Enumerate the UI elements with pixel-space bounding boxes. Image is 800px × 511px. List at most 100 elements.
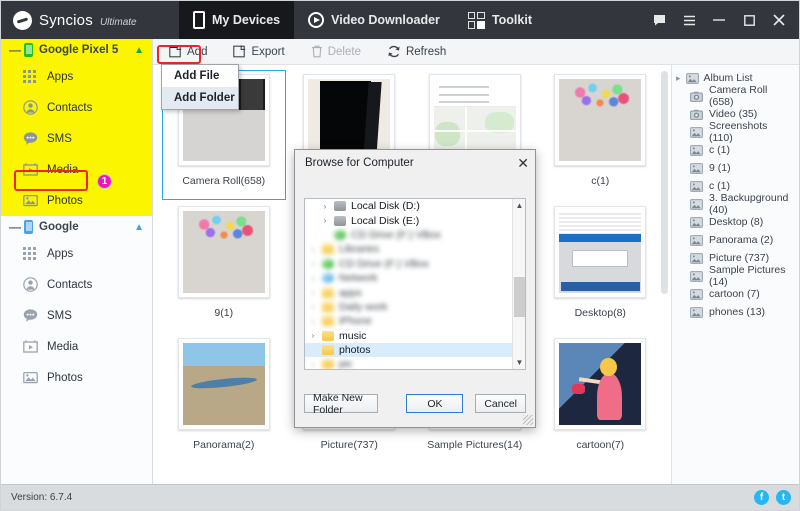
chevron-right-icon[interactable]: › [309, 259, 317, 268]
chevron-right-icon[interactable]: › [309, 302, 317, 311]
phone-icon [193, 11, 205, 29]
tab-toolkit[interactable]: Toolkit [454, 1, 546, 39]
tree-row-local-disk-e[interactable]: › Local Disk (E:) [305, 213, 525, 227]
collapse-icon[interactable]: — [9, 44, 21, 56]
sidebar-item-sms-2[interactable]: SMS [1, 300, 152, 331]
folder-icon [322, 301, 334, 312]
sidebar-item-contacts[interactable]: Contacts [1, 92, 152, 123]
device-header-pixel5[interactable]: — Google Pixel 5 ▲ [1, 39, 152, 61]
tree-scrollbar[interactable]: ▲ ▼ [512, 199, 525, 369]
eject-icon[interactable]: ▲ [134, 222, 144, 233]
album-list-item-label: Desktop (8) [709, 216, 764, 228]
folder-icon [322, 330, 334, 341]
picture-icon [690, 180, 703, 192]
tree-row-3[interactable]: CD Drive (F:) VBox [305, 228, 525, 242]
device-header-google[interactable]: — Google ▲ [1, 216, 152, 238]
chevron-right-icon[interactable]: › [321, 216, 329, 225]
album-cell-desktop[interactable]: Desktop(8) [538, 201, 664, 333]
tree-row-local-disk-d[interactable]: › Local Disk (D:) [305, 199, 525, 213]
photos-icon [685, 72, 699, 84]
export-button[interactable]: Export [229, 43, 288, 60]
feedback-icon[interactable] [645, 6, 673, 34]
chevron-right-icon[interactable]: › [309, 331, 317, 340]
sidebar-item-sms[interactable]: SMS [1, 123, 152, 154]
make-new-folder-button[interactable]: Make New Folder [304, 392, 379, 416]
sidebar-item-photos-2[interactable]: Photos [1, 362, 152, 393]
sidebar-item-media-2-label: Media [47, 340, 79, 353]
maximize-icon[interactable] [735, 6, 763, 34]
tree-scrollbar-thumb[interactable] [514, 277, 525, 317]
close-icon[interactable] [765, 6, 793, 34]
tree-row-music[interactable]: › music [305, 329, 525, 343]
album-cell-panorama[interactable]: Panorama(2) [161, 333, 287, 465]
tree-row-9[interactable]: › iPhone [305, 314, 525, 328]
resize-grip-icon[interactable] [523, 415, 533, 425]
sidebar-item-media-2[interactable]: Media [1, 331, 152, 362]
menu-item-add-file[interactable]: Add File [162, 65, 238, 87]
album-list-item-camera-roll[interactable]: Camera Roll (658) [672, 84, 799, 108]
picture-icon [690, 252, 703, 264]
scroll-up-icon[interactable]: ▲ [513, 199, 525, 212]
chevron-right-icon[interactable]: ▸ [676, 73, 681, 84]
album-cell-c1[interactable]: c(1) [538, 69, 664, 201]
chevron-right-icon[interactable]: › [309, 317, 317, 326]
chevron-right-icon[interactable]: › [309, 360, 317, 369]
ok-button[interactable]: OK [406, 394, 464, 413]
eject-icon[interactable]: ▲ [134, 45, 144, 56]
album-caption: cartoon(7) [576, 439, 625, 451]
tree-row-8[interactable]: › Daily work [305, 300, 525, 314]
scroll-down-icon[interactable]: ▼ [513, 356, 525, 369]
album-list-item-screenshots[interactable]: Screenshots (110) [672, 120, 799, 144]
contact-icon [23, 277, 38, 292]
tree-row-6[interactable]: › Network [305, 271, 525, 285]
album-list-item-phones[interactable]: phones (13) [672, 303, 799, 321]
tab-video-downloader[interactable]: Video Downloader [294, 1, 454, 39]
grid-scrollbar-thumb[interactable] [661, 71, 668, 295]
device-group-pixel5: — Google Pixel 5 ▲ Apps Contacts SMS Med… [1, 39, 152, 216]
cancel-button[interactable]: Cancel [475, 394, 526, 413]
album-list-item-label: Screenshots (110) [709, 120, 768, 144]
menu-item-add-folder[interactable]: Add Folder [162, 87, 238, 109]
export-icon [233, 45, 246, 58]
picture-icon [690, 126, 703, 138]
menu-item-add-file-label: Add File [174, 70, 220, 82]
tree-row-7[interactable]: › apps [305, 285, 525, 299]
menu-icon[interactable] [675, 6, 703, 34]
grid-scrollbar[interactable] [661, 71, 668, 470]
tree-row-label: iPhone [339, 315, 372, 328]
close-icon[interactable]: ✕ [517, 156, 529, 170]
chevron-right-icon[interactable]: › [309, 245, 317, 254]
album-list-item-sample-pictures[interactable]: Sample Pictures (14) [672, 264, 799, 288]
album-list-item-panorama[interactable]: Panorama (2) [672, 231, 799, 249]
sidebar-item-apps[interactable]: Apps [1, 61, 152, 92]
tab-my-devices[interactable]: My Devices [179, 1, 295, 39]
add-icon [169, 45, 182, 58]
chevron-right-icon[interactable]: › [309, 288, 317, 297]
folder-tree[interactable]: › Local Disk (D:) › Local Disk (E:) CD D… [304, 198, 526, 370]
app-title: Syncios [39, 11, 93, 29]
album-caption: Picture(737) [320, 439, 378, 451]
refresh-button[interactable]: Refresh [383, 43, 450, 60]
sidebar-item-photos[interactable]: Photos [1, 185, 152, 216]
tree-row-photos[interactable]: photos [305, 342, 525, 358]
album-cell-9-1[interactable]: 9(1) [161, 201, 287, 333]
chevron-right-icon[interactable]: › [321, 202, 329, 211]
sidebar-item-media[interactable]: Media [1, 154, 152, 185]
dialog-title-bar: Browse for Computer ✕ [295, 150, 535, 176]
tree-row-4[interactable]: › Libraries [305, 242, 525, 256]
thumbnail-frame [554, 338, 647, 430]
twitter-icon[interactable]: t [776, 490, 791, 505]
chevron-right-icon[interactable]: › [309, 274, 317, 283]
sidebar-item-contacts-2[interactable]: Contacts [1, 269, 152, 300]
sidebar-item-apps-2[interactable]: Apps [1, 238, 152, 269]
tree-row-12[interactable]: › pic [305, 357, 525, 369]
album-list-item-9-1[interactable]: 9 (1) [672, 159, 799, 177]
facebook-icon[interactable]: f [754, 490, 769, 505]
tree-row-5[interactable]: › CD Drive (F:) VBox [305, 257, 525, 271]
album-list-item-backupground[interactable]: 3. Backupground (40) [672, 192, 799, 216]
folder-icon [322, 287, 334, 298]
add-button[interactable]: Add [165, 43, 211, 60]
album-cell-cartoon[interactable]: cartoon(7) [538, 333, 664, 465]
collapse-icon[interactable]: — [9, 221, 21, 233]
minimize-icon[interactable] [705, 6, 733, 34]
